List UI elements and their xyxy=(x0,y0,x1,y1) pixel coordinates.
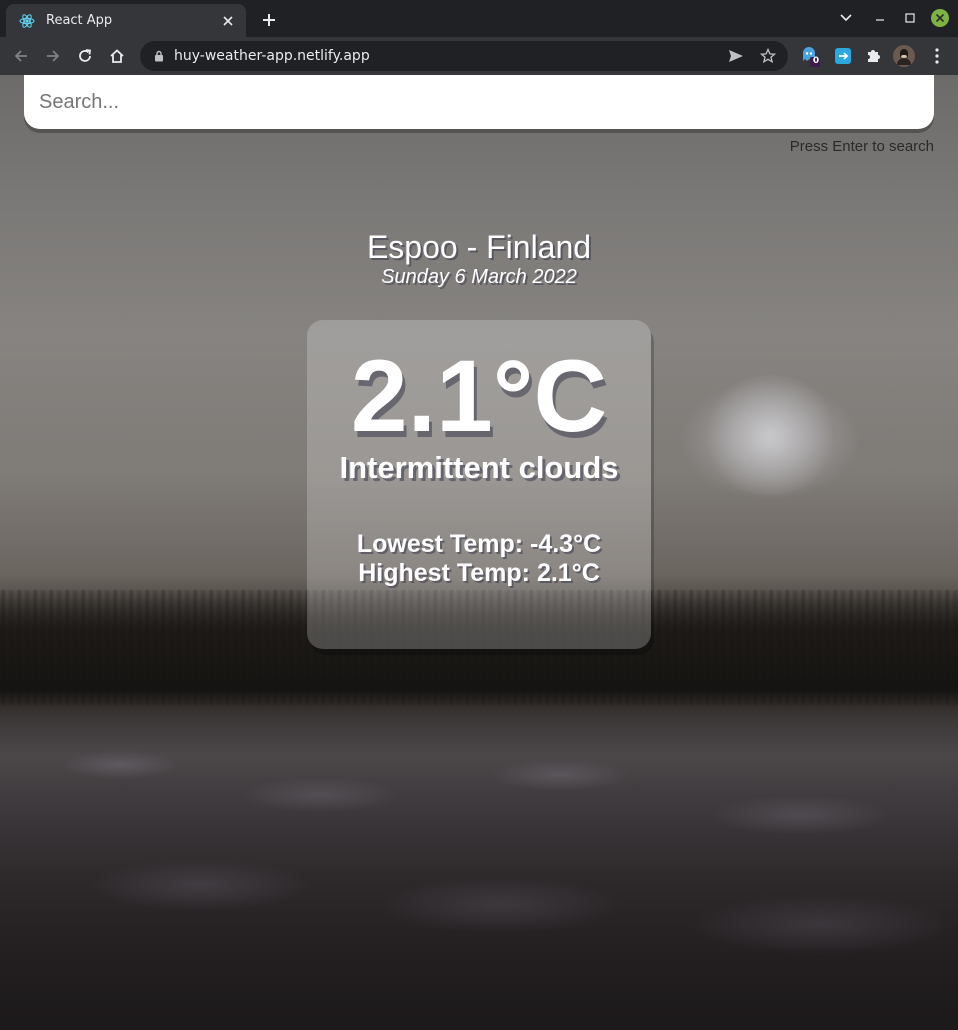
background-sun-glow xyxy=(700,375,840,495)
bookmark-star-icon[interactable] xyxy=(756,44,780,68)
search-input[interactable] xyxy=(24,75,934,129)
background-snowfield xyxy=(0,705,958,1030)
home-icon[interactable] xyxy=(105,44,129,68)
weather-description: Intermittent clouds xyxy=(339,450,619,485)
search-box xyxy=(24,75,934,129)
weather-app-page: Press Enter to search Espoo - Finland Su… xyxy=(0,75,958,1030)
minimize-window-icon[interactable] xyxy=(870,8,890,28)
back-arrow-icon[interactable] xyxy=(9,44,33,68)
browser-menu-icon[interactable] xyxy=(926,45,948,67)
react-logo-icon xyxy=(18,12,36,30)
tab-close-icon[interactable] xyxy=(218,11,238,31)
close-window-icon[interactable] xyxy=(930,8,950,28)
reload-icon[interactable] xyxy=(73,44,97,68)
profile-avatar[interactable] xyxy=(893,45,915,67)
browser-tab-strip: React App xyxy=(0,0,958,37)
lowest-temperature: Lowest Temp: -4.3°C xyxy=(356,530,602,558)
tab-title: React App xyxy=(46,13,113,28)
location-title: Espoo - Finland xyxy=(366,229,592,265)
send-tab-icon[interactable] xyxy=(724,44,748,68)
tab-search-chevron-icon[interactable] xyxy=(836,8,856,28)
current-temperature: 2.1°C xyxy=(350,339,608,453)
maximize-window-icon[interactable] xyxy=(900,8,920,28)
highest-temperature: Highest Temp: 2.1°C xyxy=(358,559,600,587)
weather-card: 2.1°C Intermittent clouds Lowest Temp: -… xyxy=(307,320,651,649)
translate-extension-icon[interactable] xyxy=(832,45,854,67)
current-date: Sunday 6 March 2022 xyxy=(381,266,577,288)
forward-arrow-icon[interactable] xyxy=(41,44,65,68)
url-text[interactable]: huy-weather-app.netlify.app xyxy=(174,48,724,64)
ghostery-extension-icon[interactable]: 0 xyxy=(799,45,821,67)
address-bar[interactable]: huy-weather-app.netlify.app xyxy=(140,41,788,71)
extensions-puzzle-icon[interactable] xyxy=(862,45,884,67)
extension-badge-count: 0 xyxy=(812,56,820,66)
browser-toolbar: huy-weather-app.netlify.app 0 xyxy=(0,37,958,75)
lock-icon[interactable] xyxy=(152,49,166,63)
new-tab-button[interactable] xyxy=(258,9,280,31)
search-hint: Press Enter to search xyxy=(789,138,934,155)
browser-tab[interactable]: React App xyxy=(6,4,246,37)
